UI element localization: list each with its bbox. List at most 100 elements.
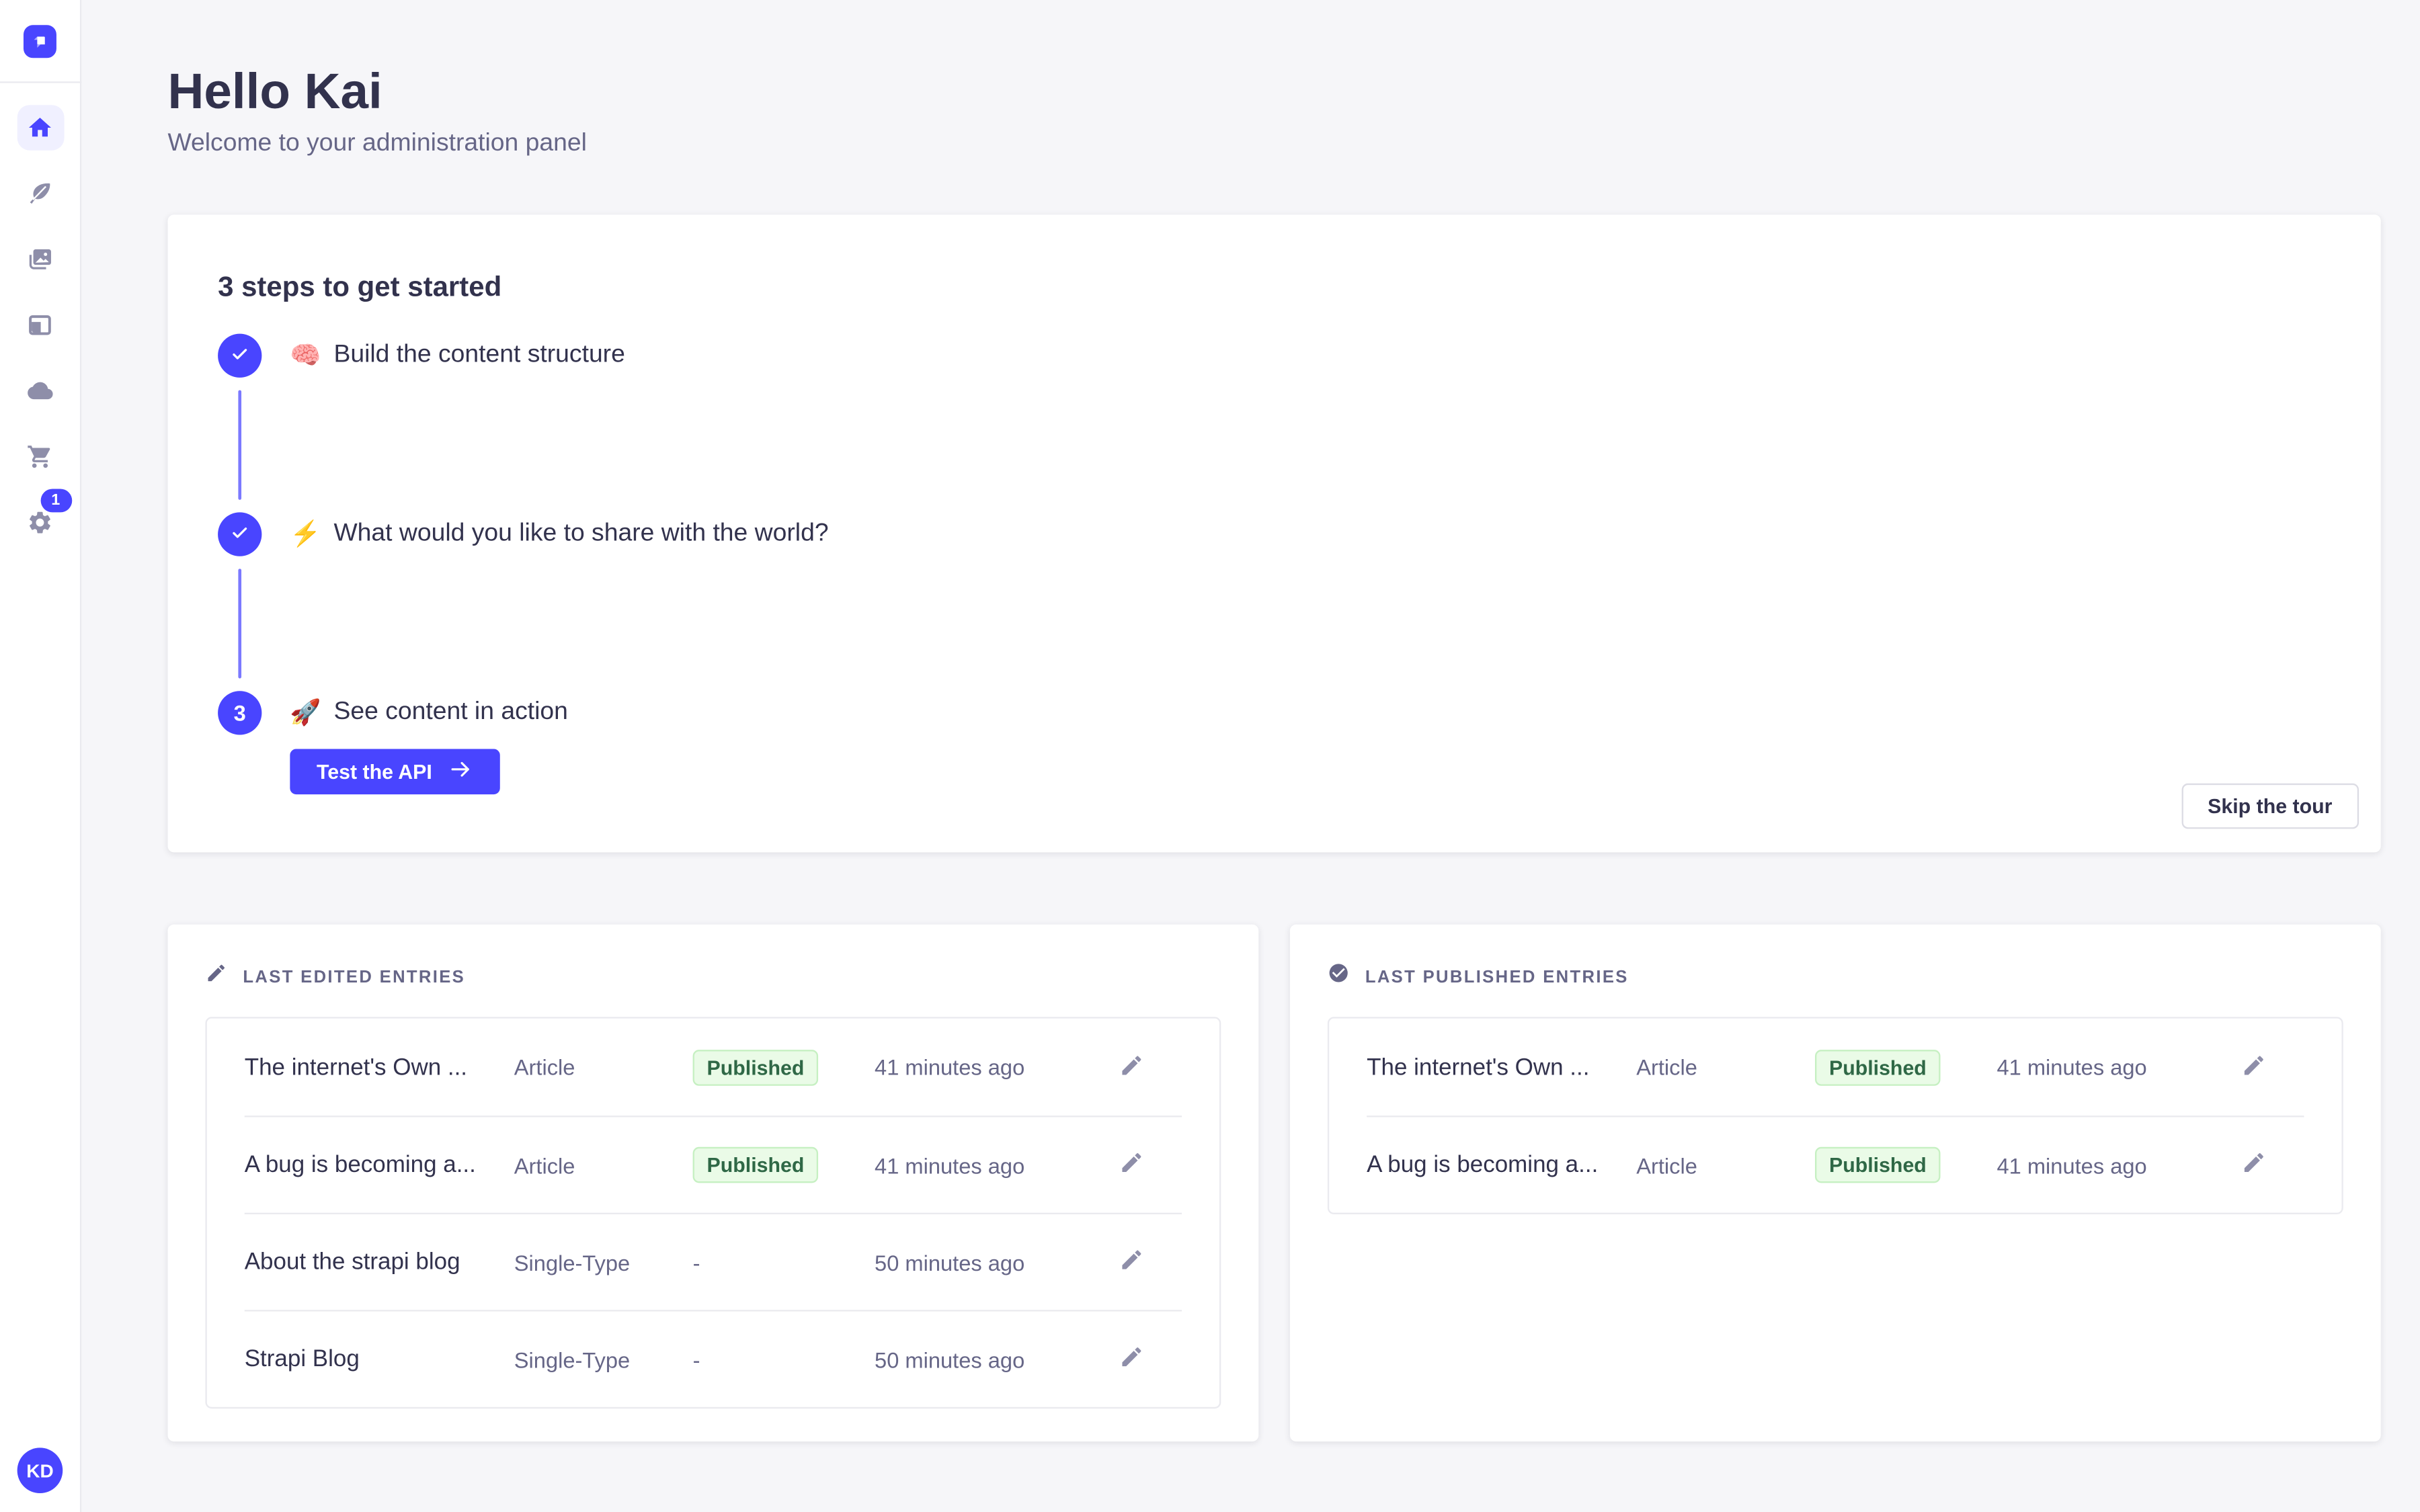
marketplace-cart-icon [27,444,54,470]
rocket-emoji: 🚀 [290,698,321,729]
table-row: The internet's Own ... Article Published… [245,1019,1182,1116]
lightning-emoji: ⚡ [290,519,321,550]
status-badge: - [693,1249,700,1274]
table-row: The internet's Own ... Article Published… [1367,1019,2304,1116]
status-badge: Published [1815,1147,1941,1183]
entry-time: 50 minutes ago [875,1347,1113,1372]
sidebar-item-home[interactable] [16,105,63,151]
step-connector-line [238,569,241,678]
card-title: LAST PUBLISHED ENTRIES [1365,968,1629,986]
edit-entry-button[interactable] [1113,1243,1150,1281]
last-edited-header: LAST EDITED ENTRIES [205,962,1221,992]
home-icon [27,114,54,141]
page-subtitle: Welcome to your administration panel [167,126,2380,163]
entry-type: Single-Type [514,1249,693,1274]
entry-time: 41 minutes ago [875,1054,1113,1079]
brain-emoji: 🧠 [290,340,321,372]
sidebar: 1 KD [0,0,81,1512]
last-published-entries-card: LAST PUBLISHED ENTRIES The internet's Ow… [1290,925,2381,1441]
table-row: Strapi Blog Single-Type - 50 minutes ago [245,1310,1182,1407]
entry-type: Single-Type [514,1347,693,1372]
check-circle-icon [1328,962,1350,992]
strapi-logo-link[interactable] [0,0,81,83]
entry-title: The internet's Own ... [1367,1054,1636,1081]
onboarding-card: 3 steps to get started 🧠 Build the conte… [167,214,2380,852]
onboarding-title: 3 steps to get started [218,268,2331,306]
status-badge: - [693,1347,700,1372]
content-manager-feather-icon [27,180,54,207]
check-icon [229,521,251,548]
last-edited-table: The internet's Own ... Article Published… [205,1017,1221,1409]
entry-title: A bug is becoming a... [245,1152,514,1179]
entry-type: Article [1636,1152,1815,1177]
main-content: Hello Kai Welcome to your administration… [81,0,2420,1512]
content-type-builder-icon [27,312,54,339]
step-see-content-in-action: 3 🚀 See content in action [218,691,2331,734]
skip-the-tour-button[interactable]: Skip the tour [2181,784,2360,829]
table-row: A bug is becoming a... Article Published… [245,1116,1182,1213]
strapi-logo-icon [24,24,56,57]
page-title: Hello Kai [167,60,2380,122]
edit-entry-button[interactable] [2235,1146,2273,1184]
media-library-icon [27,246,54,273]
step-connector-line [238,390,241,500]
edit-entry-button[interactable] [1113,1048,1150,1086]
entry-title: A bug is becoming a... [1367,1152,1636,1179]
table-row: A bug is becoming a... Article Published… [1367,1116,2304,1213]
entry-time: 50 minutes ago [875,1249,1113,1274]
pencil-icon [2241,1150,2266,1179]
entry-type: Article [514,1152,693,1177]
step-done-check-circle [218,512,261,556]
settings-gear-icon [27,509,54,536]
pencil-icon [1119,1052,1144,1082]
notification-badge: 1 [40,489,71,512]
entry-time: 41 minutes ago [1997,1054,2234,1079]
sidebar-item-content-type-builder[interactable] [16,302,63,348]
status-badge: Published [1815,1049,1941,1085]
arrow-right-icon [448,757,473,786]
entry-type: Article [1636,1054,1815,1079]
sidebar-item-cloud[interactable] [16,368,63,414]
pencil-icon [205,962,227,992]
step-share-with-world: ⚡ What would you like to share with the … [218,512,2331,556]
entry-type: Article [514,1054,693,1079]
entry-time: 41 minutes ago [1997,1152,2234,1177]
card-title: LAST EDITED ENTRIES [243,968,465,986]
edit-entry-button[interactable] [1113,1341,1150,1378]
step-done-check-circle [218,334,261,378]
edit-entry-button[interactable] [2235,1048,2273,1086]
pencil-icon [2241,1052,2266,1082]
cta-row: Test the API [290,749,2331,795]
last-edited-entries-card: LAST EDITED ENTRIES The internet's Own .… [167,925,1258,1441]
user-avatar[interactable]: KD [17,1447,63,1493]
step-build-content-structure: 🧠 Build the content structure [218,334,2331,378]
entry-title: The internet's Own ... [245,1054,514,1081]
sidebar-item-media-library[interactable] [16,237,63,282]
status-badge: Published [693,1147,819,1183]
step-number-circle: 3 [218,691,261,734]
entry-title: Strapi Blog [245,1346,514,1373]
entries-cards-row: LAST EDITED ENTRIES The internet's Own .… [167,925,2380,1441]
step-label: 🚀 See content in action [290,698,568,729]
check-icon [229,342,251,369]
edit-entry-button[interactable] [1113,1146,1150,1184]
step-label: ⚡ What would you like to share with the … [290,519,828,550]
test-the-api-button[interactable]: Test the API [290,749,499,795]
entry-title: About the strapi blog [245,1249,514,1275]
app-window: 1 KD Hello Kai Welcome to your administr… [0,0,2420,1512]
cloud-icon [27,378,54,405]
entry-time: 41 minutes ago [875,1152,1113,1177]
last-published-table: The internet's Own ... Article Published… [1328,1017,2343,1214]
status-badge: Published [693,1049,819,1085]
pencil-icon [1119,1247,1144,1277]
onboarding-steps: 🧠 Build the content structure ⚡ What wou… [218,334,2331,794]
last-published-header: LAST PUBLISHED ENTRIES [1328,962,2343,992]
sidebar-nav: 1 [16,83,63,546]
pencil-icon [1119,1345,1144,1374]
sidebar-item-content-manager[interactable] [16,171,63,216]
table-row: About the strapi blog Single-Type - 50 m… [245,1213,1182,1310]
sidebar-item-settings[interactable]: 1 [16,500,63,546]
pencil-icon [1119,1150,1144,1179]
sidebar-item-marketplace[interactable] [16,434,63,480]
step-label: 🧠 Build the content structure [290,340,625,372]
